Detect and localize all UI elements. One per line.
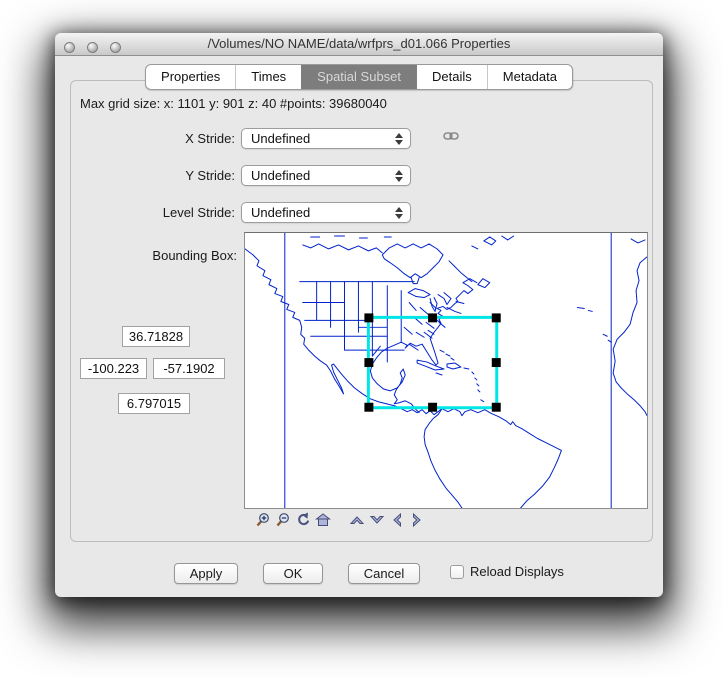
handle-bottom-left[interactable] [364, 403, 373, 412]
tab-spatial-subset[interactable]: Spatial Subset [301, 65, 416, 89]
handle-top-right[interactable] [492, 313, 501, 322]
selection-handles[interactable] [364, 313, 500, 411]
east-longitude-field[interactable] [153, 358, 225, 379]
handle-top-left[interactable] [364, 313, 373, 322]
handle-bottom-mid[interactable] [428, 403, 437, 412]
ok-button[interactable]: OK [263, 563, 323, 584]
link-icon[interactable] [443, 130, 459, 142]
zoom-in-icon[interactable] [255, 512, 271, 528]
window-title: /Volumes/NO NAME/data/wrfprs_d01.066 Pro… [55, 36, 663, 51]
x-stride-dropdown[interactable]: Undefined [241, 128, 411, 149]
x-stride-label: X Stride: [75, 128, 235, 149]
bounding-box-label: Bounding Box: [75, 248, 237, 263]
handle-bottom-right[interactable] [492, 403, 501, 412]
handle-top-mid[interactable] [428, 313, 437, 322]
tab-bar: Properties Times Spatial Subset Details … [145, 64, 573, 90]
west-longitude-field[interactable] [80, 358, 147, 379]
max-grid-size-text: Max grid size: x: 1101 y: 901 z: 40 #poi… [80, 96, 387, 111]
cancel-button[interactable]: Cancel [348, 563, 420, 584]
home-icon[interactable] [315, 512, 331, 528]
stepper-arrows-icon [394, 131, 403, 147]
north-latitude-field[interactable] [122, 326, 190, 347]
properties-window: /Volumes/NO NAME/data/wrfprs_d01.066 Pro… [55, 33, 663, 597]
map-coastlines [245, 233, 647, 508]
title-bar[interactable]: /Volumes/NO NAME/data/wrfprs_d01.066 Pro… [55, 33, 663, 56]
y-stride-label: Y Stride: [75, 165, 235, 186]
y-stride-value: Undefined [251, 168, 310, 183]
level-stride-label: Level Stride: [75, 202, 235, 223]
world-map-canvas[interactable] [245, 233, 647, 508]
map-toolbar [255, 512, 429, 528]
x-stride-value: Undefined [251, 131, 310, 146]
reload-displays-label: Reload Displays [470, 564, 564, 579]
tab-metadata[interactable]: Metadata [487, 65, 572, 89]
level-stride-dropdown[interactable]: Undefined [241, 202, 411, 223]
pan-left-icon[interactable] [389, 512, 405, 528]
stepper-arrows-icon [394, 168, 403, 184]
pan-down-icon[interactable] [369, 512, 385, 528]
reset-view-icon[interactable] [295, 512, 311, 528]
handle-mid-left[interactable] [364, 358, 373, 367]
bounding-box-map[interactable] [244, 232, 648, 509]
apply-button[interactable]: Apply [174, 563, 238, 584]
zoom-out-icon[interactable] [275, 512, 291, 528]
tab-details[interactable]: Details [416, 65, 487, 89]
reload-displays-checkbox[interactable] [450, 565, 464, 579]
handle-mid-right[interactable] [492, 358, 501, 367]
y-stride-dropdown[interactable]: Undefined [241, 165, 411, 186]
tab-properties[interactable]: Properties [146, 65, 235, 89]
stepper-arrows-icon [394, 205, 403, 221]
pan-up-icon[interactable] [349, 512, 365, 528]
tab-times[interactable]: Times [235, 65, 301, 89]
pan-right-icon[interactable] [409, 512, 425, 528]
south-latitude-field[interactable] [118, 393, 190, 414]
level-stride-value: Undefined [251, 205, 310, 220]
